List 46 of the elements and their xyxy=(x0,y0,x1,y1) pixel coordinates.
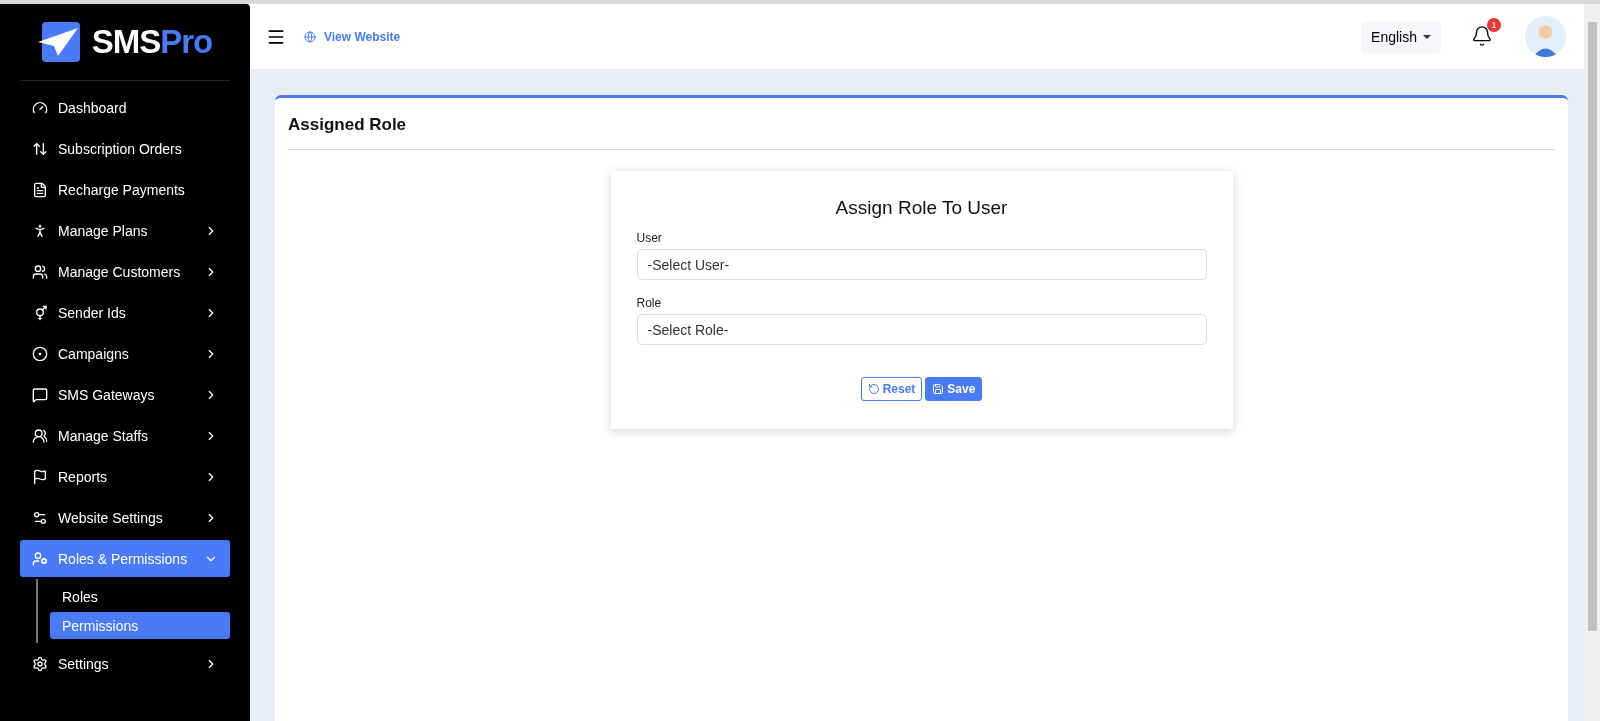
chat-icon xyxy=(32,386,48,403)
sidebar-item[interactable]: Roles & Permissions xyxy=(20,540,230,577)
field-label: Role xyxy=(636,296,663,310)
form-title: Assign Role To User xyxy=(834,197,1009,219)
sidebar-item[interactable]: Sender Ids xyxy=(20,294,230,331)
select-field[interactable]: -Select User- xyxy=(636,249,1207,280)
avatar[interactable] xyxy=(1525,16,1566,57)
document-icon xyxy=(32,181,48,198)
users-icon xyxy=(32,263,48,280)
brand-logo-text: SMSPro xyxy=(91,23,213,61)
sidebar-item[interactable]: Subscription Orders xyxy=(20,130,230,167)
caret-icon xyxy=(1423,34,1431,39)
settings-icon xyxy=(32,655,48,672)
reset-icon xyxy=(867,383,880,395)
field-label: User xyxy=(636,231,663,245)
arrows-icon xyxy=(32,140,48,157)
sidebar-item[interactable]: Manage Plans xyxy=(20,212,230,249)
submenu-item[interactable]: Permissions xyxy=(50,612,230,639)
sidebar-item[interactable]: SMS Gateways xyxy=(20,376,230,413)
bell-icon[interactable] xyxy=(1471,24,1493,47)
paper-plane-logo-icon xyxy=(37,22,82,62)
select-field[interactable]: -Select Role- xyxy=(636,314,1207,345)
person-icon xyxy=(32,222,48,239)
sidebar-item[interactable]: Website Settings xyxy=(20,499,230,536)
reset-button[interactable]: Reset xyxy=(860,377,923,401)
flag-icon xyxy=(32,468,48,485)
submenu-item[interactable]: Roles xyxy=(50,583,230,610)
globe-icon xyxy=(304,30,316,43)
sidebar-item[interactable]: Manage Customers xyxy=(20,253,230,290)
view-website-link[interactable]: View Website xyxy=(304,29,401,44)
sidebar-item[interactable]: Dashboard xyxy=(20,89,230,126)
save-button[interactable]: Save xyxy=(925,377,983,401)
card-title: Assigned Role xyxy=(288,98,1555,150)
scrollbar[interactable] xyxy=(1584,4,1600,721)
sidebar-item[interactable]: Campaigns xyxy=(20,335,230,372)
sidebar-item[interactable]: Reports xyxy=(20,458,230,495)
sidebar-item[interactable]: Manage Staffs xyxy=(20,417,230,454)
target-icon xyxy=(32,345,48,362)
sidebar-item[interactable]: Recharge Payments xyxy=(20,171,230,208)
users-icon xyxy=(32,427,48,444)
save-icon xyxy=(932,383,945,395)
user-gear-icon xyxy=(32,550,48,567)
sidebar-item[interactable]: Settings xyxy=(20,645,230,682)
notification-badge: 1 xyxy=(1487,17,1501,32)
language-dropdown[interactable]: English xyxy=(1361,20,1441,53)
gauge-icon xyxy=(32,99,48,116)
